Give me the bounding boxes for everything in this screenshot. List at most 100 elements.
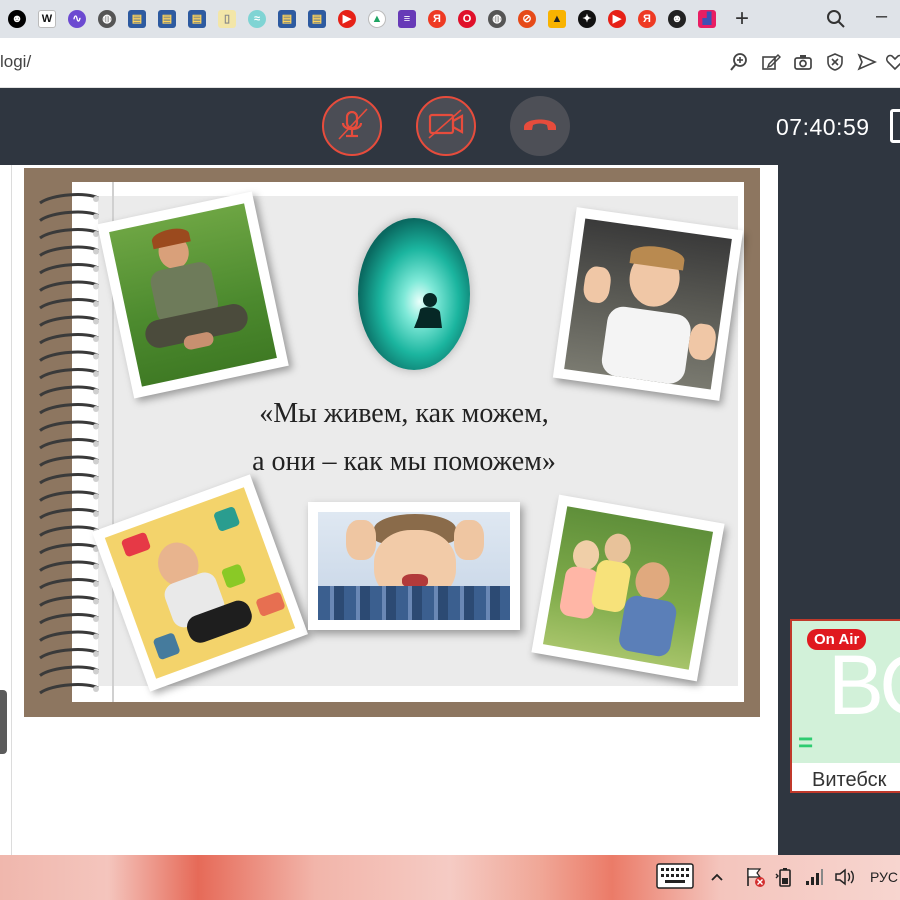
favorite-heart-icon[interactable] (884, 51, 900, 73)
scrollbar-thumb[interactable] (0, 690, 7, 754)
photo-toddler-waving (552, 207, 744, 401)
wikipedia-icon: W (38, 10, 56, 28)
spiral-hole (93, 581, 99, 587)
show-hidden-icons-chevron-icon[interactable] (710, 865, 724, 889)
browser-tab[interactable]: ☻ (4, 6, 30, 32)
edit-page-icon[interactable] (760, 51, 782, 73)
hang-up-button[interactable] (510, 96, 570, 156)
shield-icon[interactable] (824, 51, 846, 73)
address-bar: logi/ (0, 38, 900, 88)
windows-taskbar: РУС (0, 855, 900, 900)
spiral-hole (93, 476, 99, 482)
spiral-ring (39, 560, 99, 572)
browser-tab[interactable]: ▤ (304, 6, 330, 32)
browser-tab[interactable]: ⊘ (514, 6, 540, 32)
browser-tab[interactable]: ▤ (274, 6, 300, 32)
spiral-hole (93, 423, 99, 430)
spiral-hole (93, 441, 99, 447)
volume-speaker-icon[interactable] (834, 865, 856, 889)
browser-tab[interactable]: ▶ (604, 6, 630, 32)
teal-app-icon: ≈ (248, 10, 266, 28)
input-language-indicator[interactable]: РУС (870, 869, 898, 885)
spiral-hole (93, 388, 99, 395)
spiral-hole (93, 511, 99, 517)
browser-tab[interactable]: ▤ (124, 6, 150, 32)
spiral-ring (39, 595, 99, 607)
browser-tab[interactable]: ◍ (94, 6, 120, 32)
touch-keyboard-icon[interactable] (656, 863, 694, 889)
battery-icon[interactable] (774, 865, 796, 889)
notebook-spiral-binding (39, 193, 99, 695)
photo-boy-covering-ears (308, 502, 520, 630)
browser-tab[interactable]: ≡ (394, 6, 420, 32)
microphone-off-icon (335, 107, 369, 146)
mute-microphone-button[interactable] (322, 96, 382, 156)
quote-line-2: а они – как мы поможем» (252, 446, 556, 477)
browser-tab[interactable]: ▶ (334, 6, 360, 32)
participant-card[interactable]: On Air ВС = Витебск (790, 619, 900, 793)
slide-quote: «Мы живем, как можем, а они – как мы пом… (224, 390, 584, 486)
spiral-hole (93, 248, 99, 255)
youtube-icon: ▶ (608, 10, 626, 28)
spiral-hole (93, 563, 99, 570)
spiral-ring (39, 245, 99, 257)
window-minimize-button[interactable]: – (876, 5, 887, 28)
browser-tab[interactable]: ≈ (244, 6, 270, 32)
spiral-hole (93, 651, 99, 657)
browser-tab[interactable]: W (34, 6, 60, 32)
browser-tab[interactable]: O (454, 6, 480, 32)
presentation-slide: «Мы живем, как можем, а они – как мы пом… (24, 168, 760, 717)
stats-icon: ▟ (698, 10, 716, 28)
quote-line-1: «Мы живем, как можем, (259, 398, 549, 429)
spiral-hole (93, 598, 99, 605)
url-field[interactable]: logi/ (0, 52, 31, 72)
layout-toggle-icon[interactable] (890, 109, 900, 143)
spiral-hole (93, 458, 99, 465)
spiral-ring (39, 333, 99, 345)
spiral-hole (93, 633, 99, 640)
browser-tab[interactable]: ▲ (364, 6, 390, 32)
send-icon[interactable] (856, 51, 878, 73)
participant-initials: ВС (828, 638, 900, 732)
action-center-flag-icon[interactable] (744, 865, 766, 889)
browser-tab[interactable]: ▟ (694, 6, 720, 32)
zoom-icon[interactable] (728, 51, 750, 73)
spiral-ring (39, 648, 99, 660)
spiral-hole (93, 336, 99, 342)
globe-icon: ◍ (98, 10, 116, 28)
participant-video-tile: On Air ВС = (792, 621, 900, 763)
yandex-icon: Я (638, 10, 656, 28)
call-toolbar: 07:40:59 (0, 88, 900, 165)
google-drive-icon: ▲ (368, 10, 386, 28)
tab-search-icon[interactable] (826, 9, 846, 34)
north-star-icon: ✦ (578, 10, 596, 28)
browser-tab[interactable]: ☻ (664, 6, 690, 32)
browser-tab[interactable]: Я (424, 6, 450, 32)
browser-tab[interactable]: ▯ (214, 6, 240, 32)
browser-tab[interactable]: ▤ (184, 6, 210, 32)
new-tab-button[interactable]: + (728, 5, 756, 33)
spiral-hole (93, 266, 99, 272)
browser-tab[interactable]: Я (634, 6, 660, 32)
browser-tab-strip: ☻ W ∿ ◍ ▤ ▤ ▤ ▯ ≈ ▤ ▤ ▶ ▲ ≡ Я O ◍ ⊘ ▲ ✦ ▶ Я ☻ ▟ + (0, 0, 900, 38)
spiral-ring (39, 683, 99, 695)
browser-tab[interactable]: ▤ (154, 6, 180, 32)
spiral-ring (39, 665, 99, 677)
image-icon: ▲ (548, 10, 566, 28)
browser-tab[interactable]: ◍ (484, 6, 510, 32)
spiral-ring (39, 298, 99, 310)
spiral-ring (39, 420, 99, 432)
spiral-hole (93, 668, 99, 675)
spiral-ring (39, 385, 99, 397)
spiral-ring (39, 315, 99, 327)
browser-tab[interactable]: ▲ (544, 6, 570, 32)
network-signal-icon[interactable] (804, 865, 824, 889)
browser-tab[interactable]: ✦ (574, 6, 600, 32)
browser-tab[interactable]: ∿ (64, 6, 90, 32)
spiral-ring (39, 438, 99, 450)
spiral-hole (93, 283, 99, 290)
toggle-camera-button[interactable] (416, 96, 476, 156)
camera-icon[interactable] (792, 51, 814, 73)
spiral-ring (39, 508, 99, 520)
forms-icon: ≡ (398, 10, 416, 28)
